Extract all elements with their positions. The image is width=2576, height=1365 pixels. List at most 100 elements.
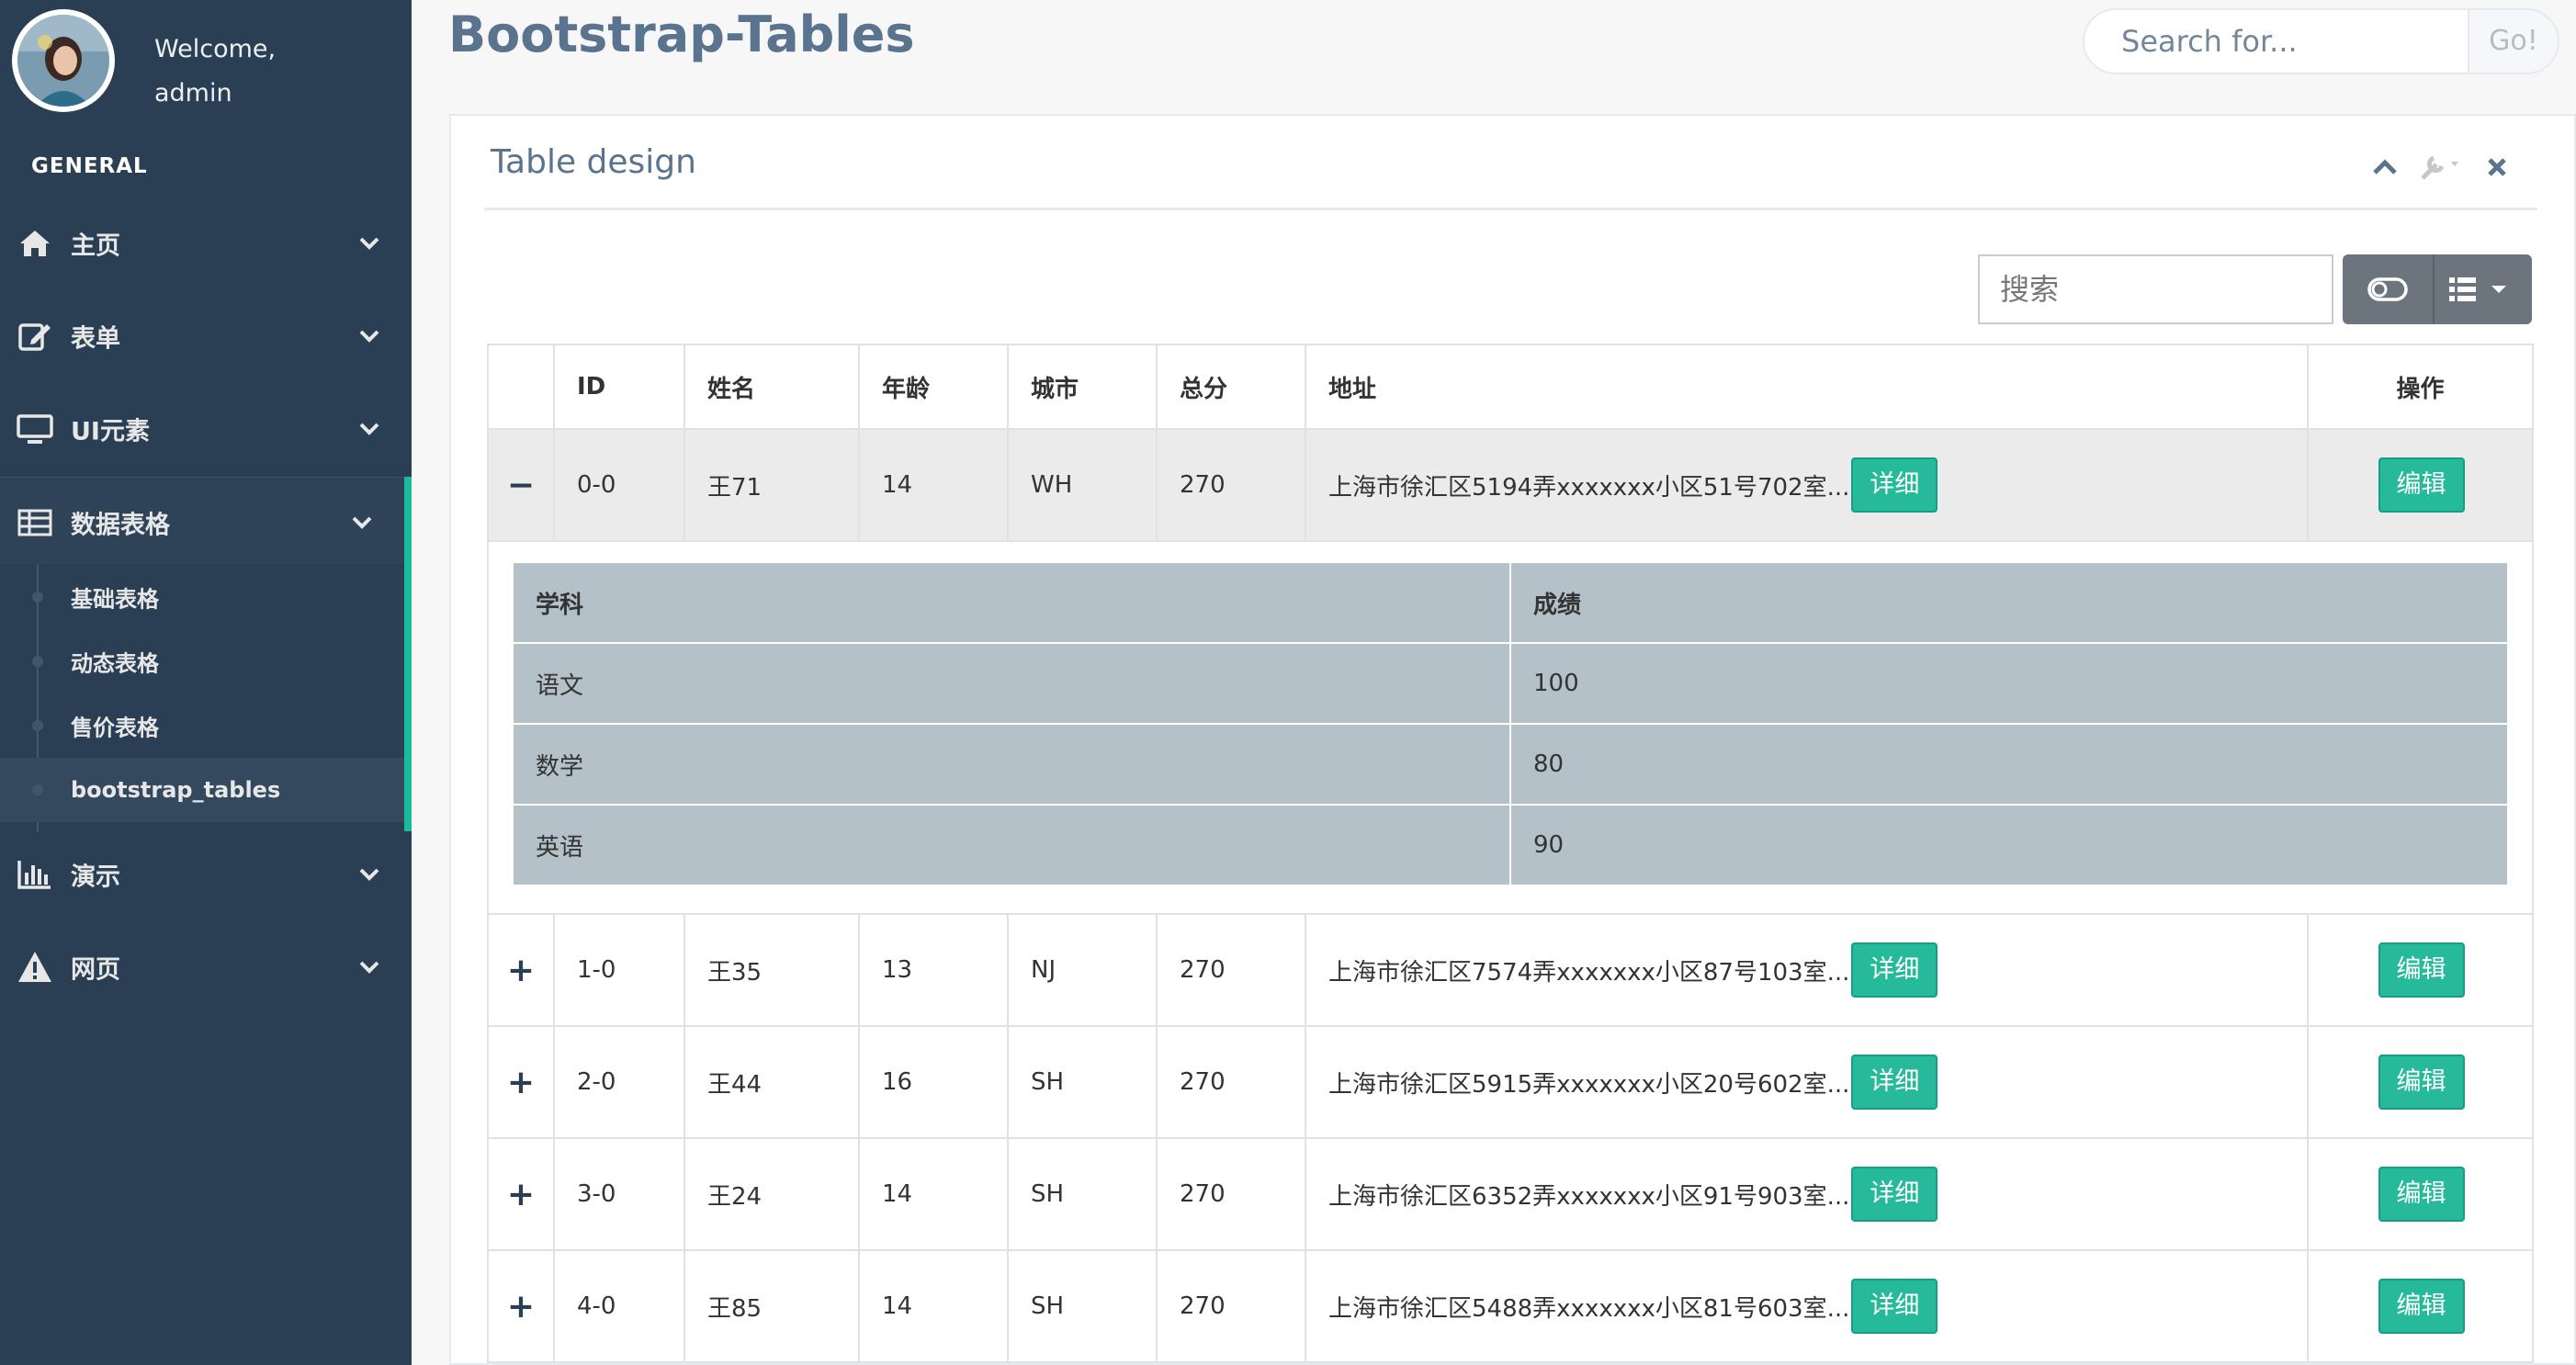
submenu-item-price-table[interactable]: 售价表格 <box>0 694 404 758</box>
subtable-header-row: 学科 成绩 <box>512 561 2509 644</box>
submenu-item-bootstrap-tables[interactable]: bootstrap_tables <box>0 758 404 822</box>
sidebar-item-forms[interactable]: 表单 <box>0 290 412 382</box>
address-text: 上海市徐汇区7574弄xxxxxxx小区87号103室... <box>1328 958 1850 987</box>
collapse-toggle[interactable]: − <box>487 428 555 542</box>
subtable-row: 英语 90 <box>512 804 2509 886</box>
expand-toggle[interactable]: + <box>487 1249 555 1363</box>
subtable-cell-score: 80 <box>1509 723 2509 806</box>
welcome-text: Welcome, admin <box>154 28 276 116</box>
edit-button[interactable]: 编辑 <box>2378 942 2465 998</box>
user-name: admin <box>154 79 232 107</box>
toggle-view-icon[interactable] <box>2367 275 2409 304</box>
sidebar-item-label: 表单 <box>71 324 120 354</box>
cell-name: 王85 <box>684 1249 860 1363</box>
sidebar-item-label: 主页 <box>71 231 120 261</box>
go-button[interactable]: Go! <box>2468 10 2558 73</box>
expand-toggle[interactable]: + <box>487 1137 555 1251</box>
detail-button[interactable]: 详细 <box>1851 1167 1938 1222</box>
cell-name: 王44 <box>684 1025 860 1139</box>
submenu-item-label: 动态表格 <box>71 650 159 677</box>
subtable-cell-score: 90 <box>1509 804 2509 886</box>
column-header-actions: 操作 <box>2307 344 2534 430</box>
cell-address: 上海市徐汇区6352弄xxxxxxx小区91号903室... 详细 <box>1305 1137 2309 1251</box>
subtable-cell-subject: 英语 <box>512 804 1511 886</box>
column-header-total[interactable]: 总分 <box>1156 344 1306 430</box>
address-text: 上海市徐汇区5488弄xxxxxxx小区81号603室... <box>1328 1294 1850 1323</box>
expand-toggle[interactable]: + <box>487 913 555 1027</box>
cell-city: WH <box>1007 428 1158 542</box>
cell-name: 王35 <box>684 913 860 1027</box>
cell-total: 270 <box>1156 913 1306 1027</box>
table-row: + 4-0 王85 14 SH 270 上海市徐汇区5488弄xxxxxxx小区… <box>487 1249 2534 1363</box>
global-search-input[interactable] <box>2085 10 2469 73</box>
edit-button[interactable]: 编辑 <box>2378 1279 2465 1334</box>
chevron-up-icon[interactable] <box>2372 156 2398 178</box>
chevron-down-icon <box>359 868 379 881</box>
subtable-header-subject: 学科 <box>512 561 1511 644</box>
column-header-address[interactable]: 地址 <box>1305 344 2309 430</box>
cell-name: 王24 <box>684 1137 860 1251</box>
global-search: Go! <box>2083 8 2559 74</box>
close-icon[interactable] <box>2486 156 2508 178</box>
sidebar-item-ui-elements[interactable]: UI元素 <box>0 383 412 475</box>
cell-age: 14 <box>858 1249 1009 1363</box>
page-title: Bootstrap-Tables <box>448 6 915 63</box>
cell-address: 上海市徐汇区5915弄xxxxxxx小区20号602室... 详细 <box>1305 1025 2309 1139</box>
column-header-name[interactable]: 姓名 <box>684 344 860 430</box>
detail-button[interactable]: 详细 <box>1851 1055 1938 1110</box>
panel-toolbox <box>2372 151 2519 187</box>
edit-button[interactable]: 编辑 <box>2378 1167 2465 1222</box>
cell-id: 1-0 <box>553 913 685 1027</box>
sidebar-item-label: 数据表格 <box>71 511 170 540</box>
edit-button[interactable]: 编辑 <box>2378 1055 2465 1110</box>
detail-button[interactable]: 详细 <box>1851 457 1938 513</box>
subtable-row: 语文 100 <box>512 642 2509 725</box>
subtable-cell-subject: 数学 <box>512 723 1511 806</box>
welcome-label: Welcome, <box>154 35 277 63</box>
subtable-header-score: 成绩 <box>1509 561 2509 644</box>
expand-toggle[interactable]: + <box>487 1025 555 1139</box>
column-header-city[interactable]: 城市 <box>1007 344 1158 430</box>
sidebar-item-label: 演示 <box>71 863 120 892</box>
sidebar-item-home[interactable]: 主页 <box>0 197 412 289</box>
desktop-icon <box>17 414 53 444</box>
chevron-down-icon <box>352 516 372 529</box>
cell-address: 上海市徐汇区5194弄xxxxxxx小区51号702室... 详细 <box>1305 428 2309 542</box>
detail-button[interactable]: 详细 <box>1851 1279 1938 1334</box>
table-toolbar-buttons <box>2343 254 2532 324</box>
sidebar-item-label: UI元素 <box>71 417 150 446</box>
cell-address: 上海市徐汇区5488弄xxxxxxx小区81号603室... 详细 <box>1305 1249 2309 1363</box>
cell-actions: 编辑 <box>2307 428 2534 542</box>
table-search-input[interactable] <box>1980 256 2332 322</box>
cell-actions: 编辑 <box>2307 913 2534 1027</box>
cell-id: 3-0 <box>553 1137 685 1251</box>
cell-age: 13 <box>858 913 1009 1027</box>
submenu-item-basic-table[interactable]: 基础表格 <box>0 565 404 629</box>
subtable-row: 数学 80 <box>512 723 2509 806</box>
cell-city: SH <box>1007 1025 1158 1139</box>
sidebar-item-pages[interactable]: 网页 <box>0 921 412 1013</box>
sidebar-item-data-tables[interactable]: 数据表格 <box>0 477 412 569</box>
detail-subtable: 学科 成绩 语文 100 数学 80 英语 90 <box>512 561 2509 886</box>
sidebar-item-demo[interactable]: 演示 <box>0 829 412 920</box>
table-header-row: ID 姓名 年龄 城市 总分 地址 操作 <box>487 344 2534 430</box>
cell-age: 16 <box>858 1025 1009 1139</box>
column-header-id[interactable]: ID <box>553 344 685 430</box>
table-row: + 3-0 王24 14 SH 270 上海市徐汇区6352弄xxxxxxx小区… <box>487 1137 2534 1251</box>
panel-title: Table design <box>491 143 696 181</box>
table-icon <box>17 509 52 536</box>
table-row: − 0-0 王71 14 WH 270 上海市徐汇区5194弄xxxxxxx小区… <box>487 428 2534 542</box>
columns-menu-icon[interactable] <box>2446 275 2514 304</box>
sidebar: Welcome, admin GENERAL 主页 表单 UI元素 数据表格 基… <box>0 0 412 1365</box>
cell-id: 4-0 <box>553 1249 685 1363</box>
wrench-icon[interactable] <box>2418 152 2466 182</box>
submenu-item-dynamic-table[interactable]: 动态表格 <box>0 629 404 694</box>
edit-button[interactable]: 编辑 <box>2378 457 2465 513</box>
chevron-down-icon <box>359 330 379 343</box>
column-header-age[interactable]: 年龄 <box>858 344 1009 430</box>
detail-button[interactable]: 详细 <box>1851 942 1938 998</box>
submenu: 基础表格 动态表格 售价表格 bootstrap_tables <box>0 565 412 831</box>
table-row: + 1-0 王35 13 NJ 270 上海市徐汇区7574弄xxxxxxx小区… <box>487 913 2534 1027</box>
avatar[interactable] <box>12 9 115 112</box>
chevron-down-icon <box>359 961 379 974</box>
